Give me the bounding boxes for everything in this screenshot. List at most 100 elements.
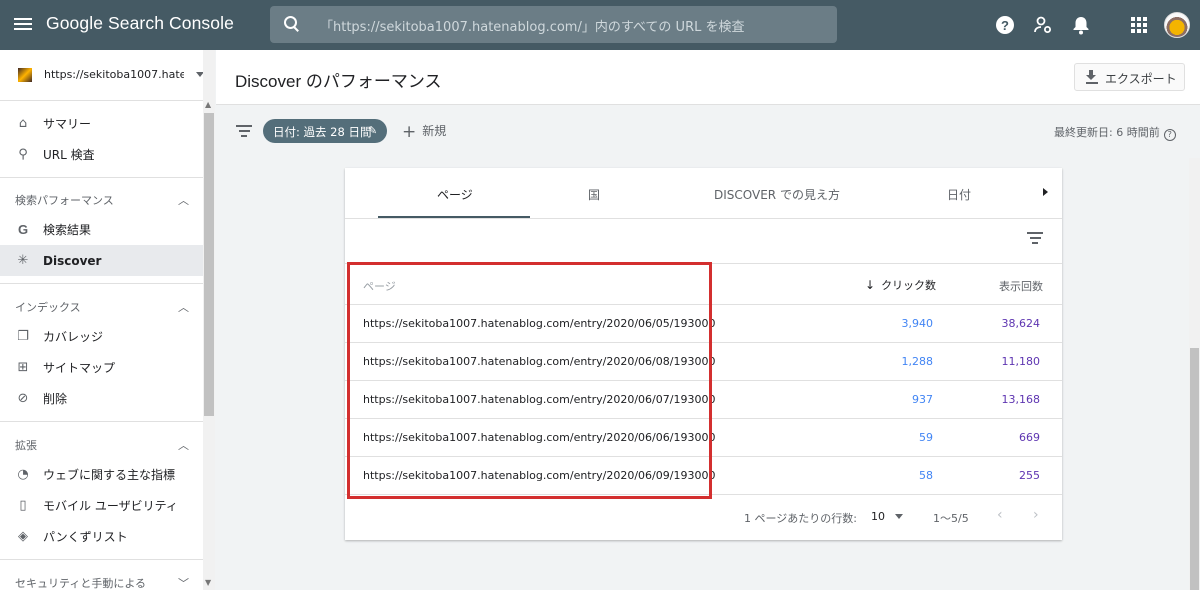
section-security[interactable]: セキュリティと手動による ﹀: [0, 570, 203, 590]
row-url: https://sekitoba1007.hatenablog.com/entr…: [363, 317, 716, 330]
chevron-left-icon[interactable]: ‹: [997, 507, 1003, 523]
row-url: https://sekitoba1007.hatenablog.com/entr…: [363, 355, 716, 368]
table-filter-icon[interactable]: [1027, 232, 1043, 244]
page-range: 1〜5/5: [933, 512, 969, 525]
plus-icon: +: [402, 122, 417, 142]
search-placeholder: 「https://sekitoba1007.hatenablog.com/」内の…: [320, 20, 745, 35]
chevron-up-icon: ︿: [178, 194, 189, 207]
section-title: セキュリティと手動による: [15, 577, 147, 590]
column-header-clicks[interactable]: ↓ クリック数: [865, 277, 936, 293]
page-title: Discover のパフォーマンス: [235, 72, 442, 91]
active-tab-indicator: [378, 216, 530, 218]
rows-per-page-label: 1 ページあたりの行数:: [744, 512, 857, 525]
date-chip-label: 日付: 過去 28 日間: [273, 125, 372, 139]
table-header: ページ ↓ クリック数 表示回数: [345, 263, 1062, 305]
sidebar: https://sekitoba1007.hatena... ⌂ サマリー ⚲ …: [0, 50, 215, 590]
section-index[interactable]: インデックス ︿: [0, 294, 203, 318]
scroll-up-arrow-icon[interactable]: ▲: [205, 100, 211, 109]
export-button[interactable]: エクスポート: [1074, 63, 1185, 91]
tab-scroll-right-icon[interactable]: [1043, 188, 1048, 196]
sidebar-item-discover[interactable]: ✳ Discover: [0, 245, 203, 276]
table-row[interactable]: https://sekitoba1007.hatenablog.com/entr…: [345, 305, 1062, 343]
row-impressions: 38,624: [1001, 317, 1041, 330]
apps-grid-icon[interactable]: [1128, 14, 1150, 36]
google-icon: G: [17, 221, 29, 237]
row-url: https://sekitoba1007.hatenablog.com/entr…: [363, 431, 716, 444]
tab-discover-appearance[interactable]: DISCOVER での見え方: [714, 186, 840, 203]
new-filter-button[interactable]: + 新規: [402, 122, 446, 142]
sidebar-item-mobile-usability[interactable]: ▯ モバイル ユーザビリティ: [0, 490, 203, 521]
chevron-up-icon: ︿: [178, 301, 189, 314]
table-row[interactable]: https://sekitoba1007.hatenablog.com/entr…: [345, 419, 1062, 457]
eye-off-icon: ⊘: [17, 390, 29, 406]
date-filter-chip[interactable]: 日付: 過去 28 日間 ✎: [263, 119, 387, 143]
property-url: https://sekitoba1007.hatena...: [44, 68, 184, 81]
sidebar-item-url-inspection[interactable]: ⚲ URL 検査: [0, 139, 203, 170]
sidebar-item-label: 検索結果: [43, 223, 92, 237]
row-impressions: 13,168: [1001, 393, 1041, 406]
rows-per-page-select[interactable]: 10: [871, 510, 885, 523]
tab-countries[interactable]: 国: [588, 186, 600, 203]
divider: [0, 421, 203, 422]
search-icon: ⚲: [18, 146, 28, 162]
sidebar-item-summary[interactable]: ⌂ サマリー: [0, 108, 203, 139]
top-app-bar: Google Search Console 「https://sekitoba1…: [0, 0, 1200, 50]
export-label: エクスポート: [1105, 72, 1177, 86]
section-title: 検索パフォーマンス: [15, 194, 114, 207]
sidebar-scrollbar-thumb[interactable]: [204, 113, 214, 416]
last-updated-text: 最終更新日: 6 時間前: [1054, 126, 1160, 139]
sidebar-item-label: サマリー: [43, 117, 92, 131]
sidebar-item-removals[interactable]: ⊘ 削除: [0, 383, 203, 414]
help-icon[interactable]: ?: [1163, 129, 1176, 141]
bell-icon[interactable]: [1070, 14, 1092, 36]
download-icon-base: [1086, 82, 1098, 84]
row-url: https://sekitoba1007.hatenablog.com/entr…: [363, 393, 716, 406]
row-impressions: 669: [1019, 431, 1040, 444]
manage-users-icon[interactable]: [1032, 14, 1054, 36]
main-scrollbar-thumb[interactable]: [1190, 348, 1199, 590]
property-selector[interactable]: https://sekitoba1007.hatena...: [0, 50, 204, 101]
sidebar-item-search-results[interactable]: G 検索結果: [0, 214, 203, 245]
sidebar-item-core-web-vitals[interactable]: ◔ ウェブに関する主な指標: [0, 459, 203, 490]
layers-icon: ◈: [18, 528, 28, 544]
table-row[interactable]: https://sekitoba1007.hatenablog.com/entr…: [345, 343, 1062, 381]
table-row[interactable]: https://sekitoba1007.hatenablog.com/entr…: [345, 381, 1062, 419]
sidebar-item-label: Discover: [43, 253, 102, 268]
filter-icon[interactable]: [236, 125, 252, 137]
divider: [0, 559, 203, 560]
sort-down-arrow-icon: ↓: [865, 278, 876, 292]
pencil-icon: ✎: [368, 124, 378, 137]
home-icon: ⌂: [18, 115, 28, 131]
menu-icon[interactable]: [14, 15, 32, 35]
help-icon[interactable]: ?: [994, 14, 1016, 36]
chevron-right-icon[interactable]: ›: [1033, 507, 1039, 523]
pagination: 1 ページあたりの行数: 10 1〜5/5 ‹ ›: [345, 494, 1062, 534]
column-header-page[interactable]: ページ: [363, 278, 396, 294]
tab-pages[interactable]: ページ: [437, 186, 473, 203]
divider: [0, 177, 203, 178]
column-header-impressions[interactable]: 表示回数: [999, 278, 1043, 294]
sidebar-item-label: URL 検査: [43, 148, 95, 162]
caret-down-icon[interactable]: [895, 514, 903, 519]
search-input[interactable]: 「https://sekitoba1007.hatenablog.com/」内の…: [270, 6, 837, 43]
sidebar-item-breadcrumbs[interactable]: ◈ パンくずリスト: [0, 521, 203, 552]
app-title[interactable]: Google Search Console: [46, 13, 234, 34]
copy-icon: ❐: [17, 328, 29, 344]
avatar[interactable]: [1164, 12, 1190, 38]
sidebar-item-label: パンくずリスト: [43, 530, 128, 544]
search-icon: [284, 16, 300, 32]
sitemap-icon: ⊞: [17, 359, 29, 375]
section-enhancements[interactable]: 拡張 ︿: [0, 432, 203, 456]
sidebar-item-coverage[interactable]: ❐ カバレッジ: [0, 321, 203, 352]
tab-dates[interactable]: 日付: [947, 186, 971, 203]
section-search-performance[interactable]: 検索パフォーマンス ︿: [0, 187, 203, 211]
page-header: Discover のパフォーマンス エクスポート: [216, 50, 1200, 105]
sidebar-item-sitemaps[interactable]: ⊞ サイトマップ: [0, 352, 203, 383]
table-row[interactable]: https://sekitoba1007.hatenablog.com/entr…: [345, 457, 1062, 495]
sidebar-item-label: ウェブに関する主な指標: [43, 468, 176, 482]
sidebar-item-label: 削除: [43, 392, 68, 406]
last-updated: 最終更新日: 6 時間前?: [1054, 124, 1176, 141]
scroll-down-arrow-icon[interactable]: ▼: [205, 578, 211, 587]
divider: [0, 283, 203, 284]
gauge-icon: ◔: [17, 466, 29, 482]
